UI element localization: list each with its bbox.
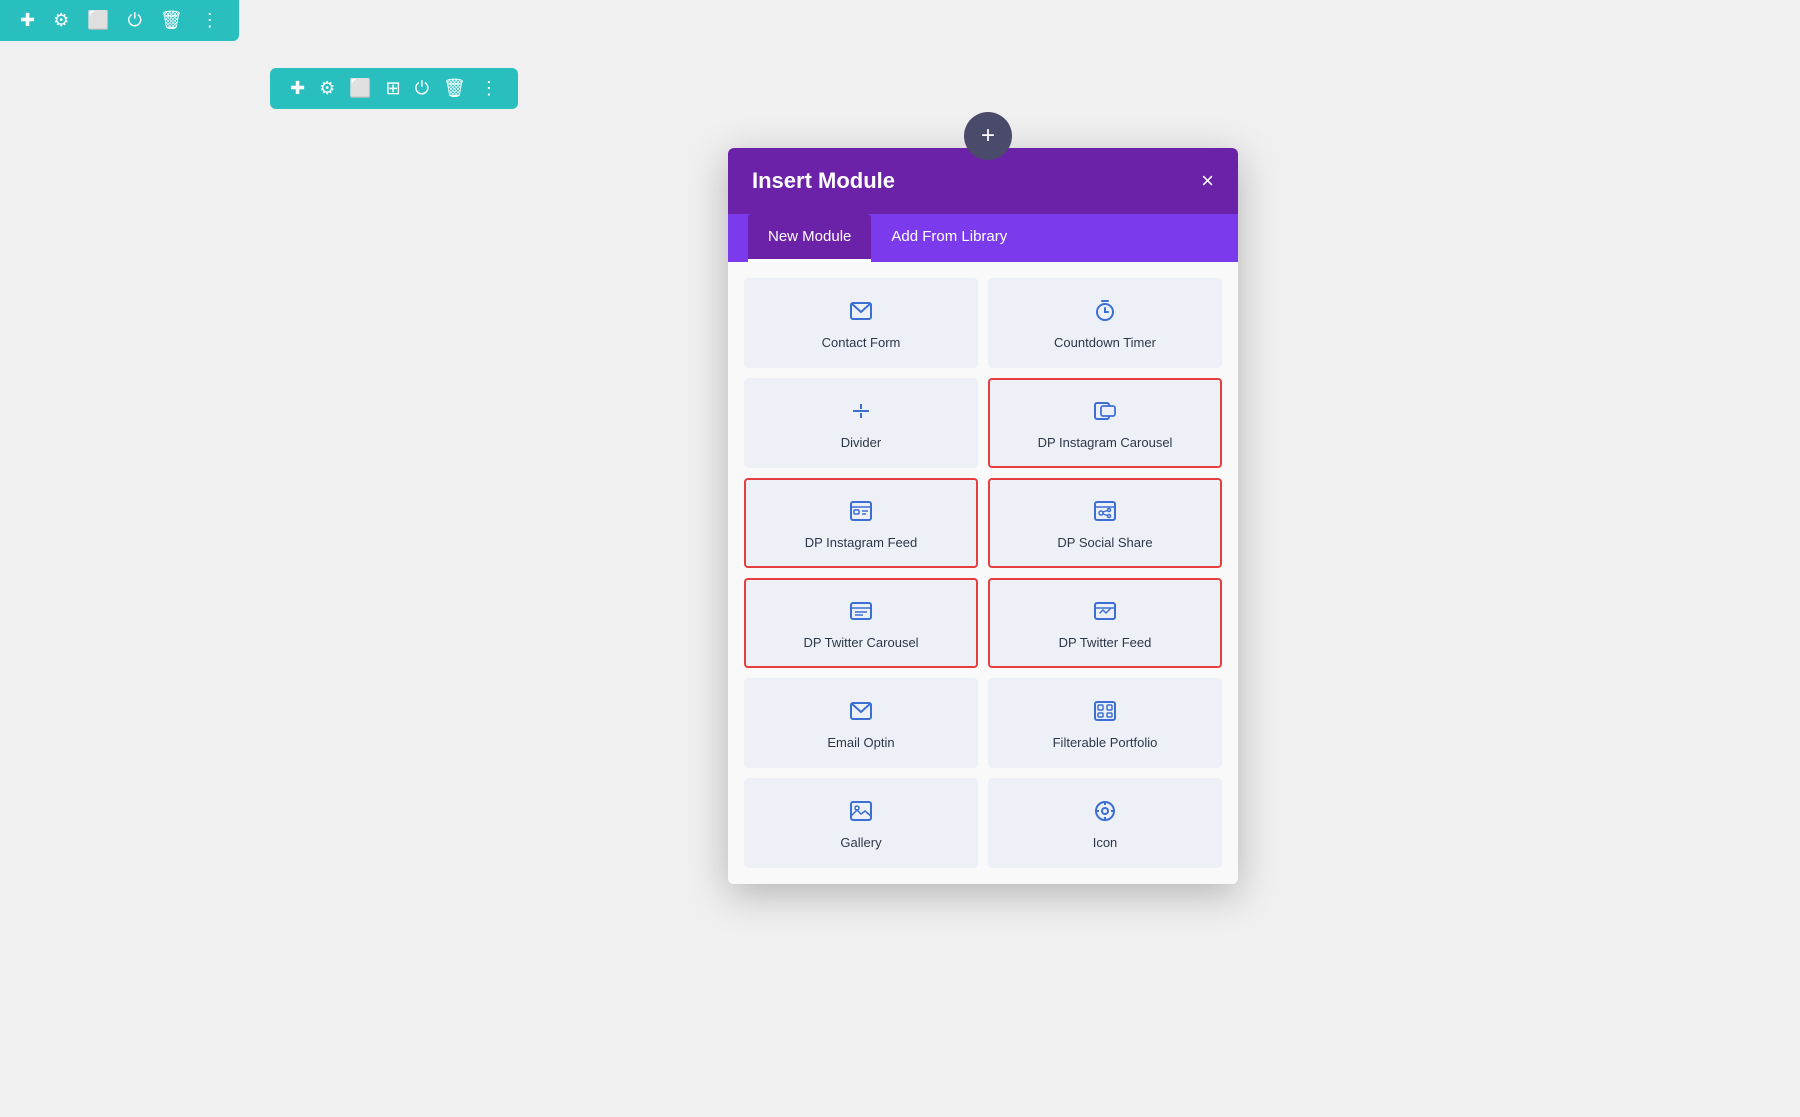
module-contact-form[interactable]: Contact Form [744, 278, 978, 368]
more-icon[interactable]: ⋮ [201, 10, 219, 31]
module-dp-twitter-feed[interactable]: DP Twitter Feed [988, 578, 1222, 668]
twitter-carousel-icon [849, 599, 873, 627]
insert-module-button[interactable]: + [964, 112, 1012, 160]
modal-title: Insert Module [752, 168, 895, 194]
add-icon[interactable]: ✚ [20, 10, 35, 31]
module-divider[interactable]: Divider [744, 378, 978, 468]
trash-icon[interactable]: 🗑 [160, 10, 183, 31]
modal-tabs: New Module Add From Library [728, 214, 1238, 262]
tab-new-module[interactable]: New Module [748, 214, 871, 262]
portfolio-icon [1093, 699, 1117, 727]
module-icon-label: Icon [1093, 835, 1118, 852]
move-icon[interactable]: ✚ [290, 78, 305, 99]
tab-add-from-library[interactable]: Add From Library [871, 214, 1027, 262]
social-share-icon [1093, 499, 1117, 527]
module-filterable-portfolio[interactable]: Filterable Portfolio [988, 678, 1222, 768]
gear-icon[interactable]: ⚙ [53, 10, 69, 31]
module-dp-instagram-feed-label: DP Instagram Feed [805, 535, 917, 552]
top-toolbar: ✚ ⚙ ⬜ ⏻ 🗑 ⋮ [0, 0, 239, 41]
module-gallery[interactable]: Gallery [744, 778, 978, 868]
gallery-icon [849, 799, 873, 827]
module-dp-instagram-carousel-label: DP Instagram Carousel [1038, 435, 1173, 452]
row-gear-icon[interactable]: ⚙ [319, 78, 335, 99]
module-countdown-timer-label: Countdown Timer [1054, 335, 1156, 352]
module-divider-label: Divider [841, 435, 881, 452]
email-icon [849, 299, 873, 327]
module-dp-social-share[interactable]: DP Social Share [988, 478, 1222, 568]
module-dp-twitter-carousel[interactable]: DP Twitter Carousel [744, 578, 978, 668]
module-email-optin[interactable]: Email Optin [744, 678, 978, 768]
instagram-carousel-icon [1093, 399, 1117, 427]
module-contact-form-label: Contact Form [822, 335, 901, 352]
module-grid: Contact Form Countdown Timer [728, 262, 1238, 884]
copy-icon[interactable]: ⬜ [87, 10, 109, 31]
modal-close-button[interactable]: × [1201, 170, 1214, 192]
instagram-feed-icon [849, 499, 873, 527]
twitter-feed-icon [1093, 599, 1117, 627]
module-dp-social-share-label: DP Social Share [1057, 535, 1152, 552]
timer-icon [1093, 299, 1117, 327]
module-icon[interactable]: Icon [988, 778, 1222, 868]
module-filterable-portfolio-label: Filterable Portfolio [1053, 735, 1158, 752]
row-copy-icon[interactable]: ⬜ [349, 78, 371, 99]
row-toolbar: ✚ ⚙ ⬜ ⊞ ⏻ 🗑 ⋮ [270, 68, 518, 109]
module-dp-twitter-feed-label: DP Twitter Feed [1059, 635, 1152, 652]
insert-module-modal: Insert Module × New Module Add From Libr… [728, 148, 1238, 884]
power-icon[interactable]: ⏻ [128, 10, 142, 31]
columns-icon[interactable]: ⊞ [386, 78, 401, 99]
module-gallery-label: Gallery [840, 835, 881, 852]
module-dp-twitter-carousel-label: DP Twitter Carousel [803, 635, 918, 652]
row-power-icon[interactable]: ⏻ [415, 78, 429, 99]
email-optin-icon [849, 699, 873, 727]
module-email-optin-label: Email Optin [827, 735, 894, 752]
divider-icon [849, 399, 873, 427]
icon-module-icon [1093, 799, 1117, 827]
module-dp-instagram-carousel[interactable]: DP Instagram Carousel [988, 378, 1222, 468]
row-more-icon[interactable]: ⋮ [480, 78, 498, 99]
row-trash-icon[interactable]: 🗑 [443, 78, 466, 99]
module-dp-instagram-feed[interactable]: DP Instagram Feed [744, 478, 978, 568]
module-countdown-timer[interactable]: Countdown Timer [988, 278, 1222, 368]
